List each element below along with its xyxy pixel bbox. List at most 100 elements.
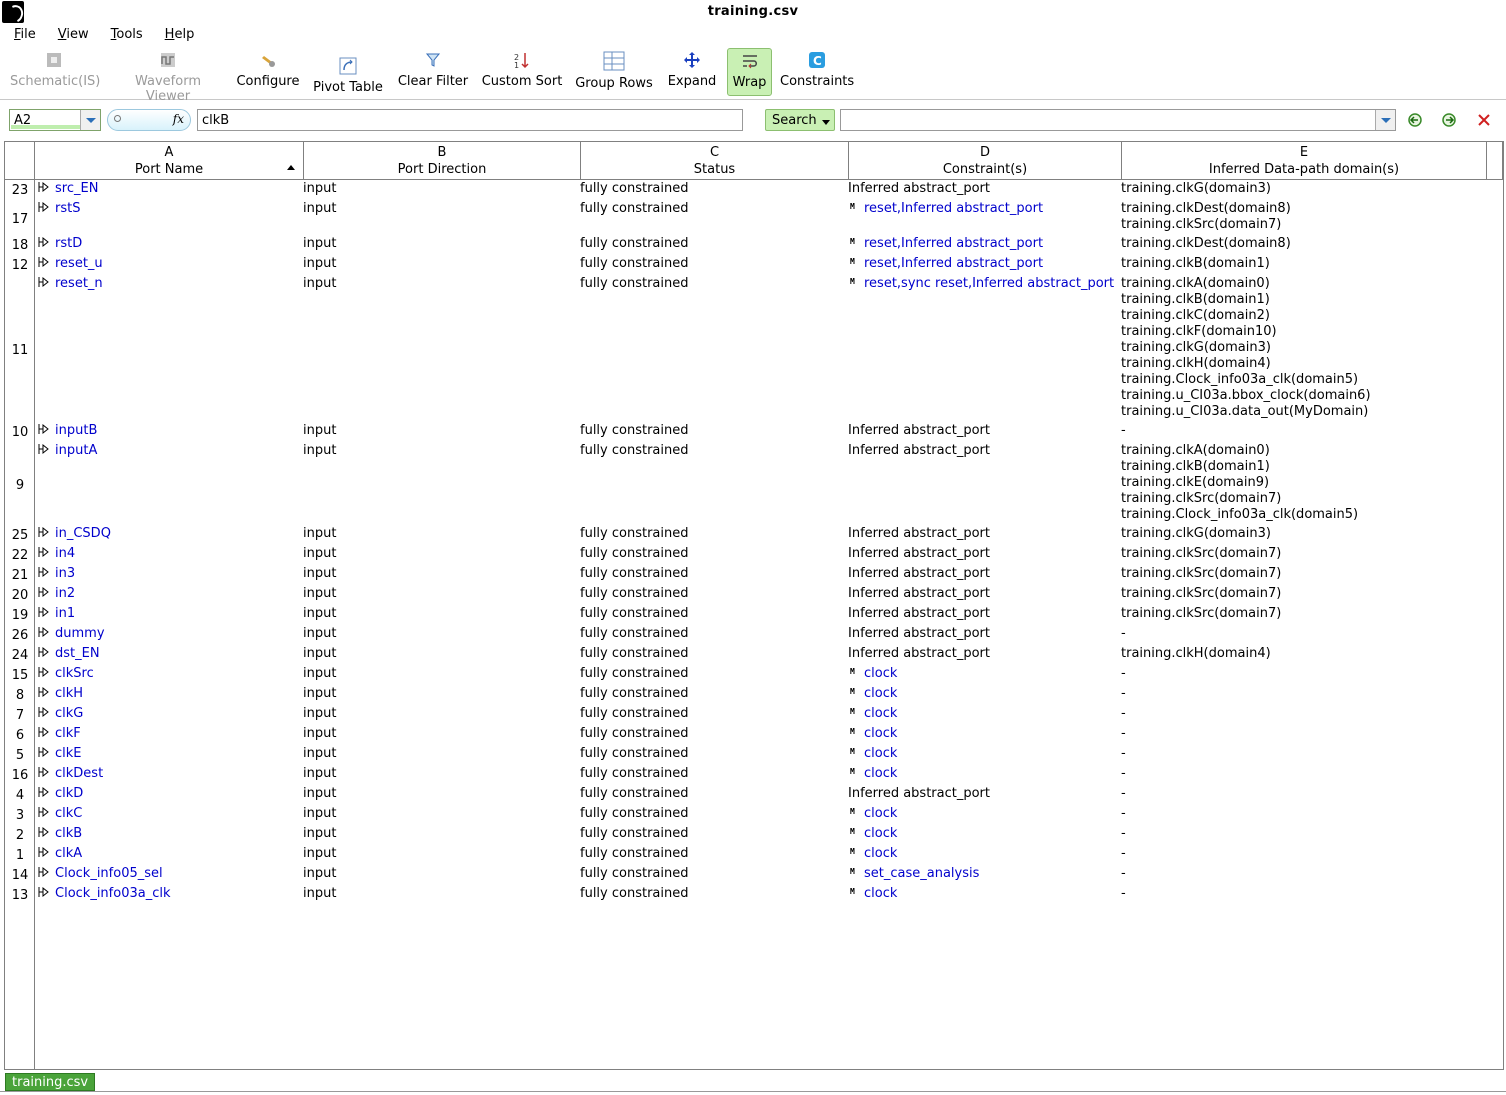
port-name-link[interactable]: clkD [55, 786, 83, 802]
grid-corner[interactable] [5, 142, 35, 180]
custom-sort-button[interactable]: 21 Custom Sort [481, 48, 563, 96]
port-name-link[interactable]: clkDest [55, 766, 103, 782]
port-name-link[interactable]: in2 [55, 586, 75, 602]
table-row[interactable]: 19 in1 input fully constrained Inferred abst… [5, 606, 1503, 626]
clear-filter-button[interactable]: Clear Filter [396, 48, 470, 96]
expand-button[interactable]: Expand [665, 48, 719, 96]
row-number[interactable]: 25 [5, 528, 35, 543]
table-row[interactable]: 12 reset_u input fully constrained Mreset,In… [5, 256, 1503, 276]
row-number[interactable]: 13 [5, 888, 35, 903]
constraint-link[interactable]: clock [864, 726, 897, 742]
configure-button[interactable]: Configure [236, 48, 300, 96]
port-name-link[interactable]: clkC [55, 806, 82, 822]
menu-view[interactable]: View [44, 26, 97, 44]
constraint-link[interactable]: clock [864, 806, 897, 822]
schematic-button[interactable]: Schematic(IS) [10, 48, 100, 96]
formula-input[interactable]: clkB [197, 109, 743, 131]
port-name-link[interactable]: Clock_info03a_clk [55, 886, 171, 902]
port-name-link[interactable]: clkSrc [55, 666, 94, 682]
port-name-link[interactable]: clkF [55, 726, 81, 742]
port-name-link[interactable]: dummy [55, 626, 105, 642]
table-row[interactable]: 16 clkDest input fully constrained Mclock - [5, 766, 1503, 786]
table-row[interactable]: 11 reset_n input fully constrained Mreset,sy… [5, 276, 1503, 423]
row-number[interactable]: 23 [5, 183, 35, 198]
table-row[interactable]: 26 dummy input fully constrained Inferred ab… [5, 626, 1503, 646]
row-number[interactable]: 16 [5, 768, 35, 783]
group-rows-button[interactable]: Group Rows [573, 48, 655, 96]
port-name-link[interactable]: dst_EN [55, 646, 100, 662]
table-row[interactable]: 18 rstD input fully constrained Mreset,Infer… [5, 236, 1503, 256]
row-number[interactable]: 19 [5, 608, 35, 623]
menu-help[interactable]: Help [151, 26, 203, 44]
row-number[interactable]: 8 [5, 688, 35, 703]
row-number[interactable]: 10 [5, 425, 35, 440]
table-row[interactable]: 1 clkA input fully constrained Mclock - [5, 846, 1503, 866]
function-button[interactable]: fx [107, 109, 191, 131]
constraint-link[interactable]: clock [864, 766, 897, 782]
constraint-link[interactable]: reset,Inferred abstract_port [864, 256, 1043, 272]
column-header-b[interactable]: B Port Direction [304, 142, 581, 180]
port-name-link[interactable]: rstD [55, 236, 82, 252]
search-dropdown-button[interactable]: Search [765, 109, 835, 131]
port-name-link[interactable]: clkE [55, 746, 82, 762]
table-row[interactable]: 9 inputA input fully constrained Inferred ab… [5, 443, 1503, 526]
menu-tools[interactable]: Tools [97, 26, 151, 44]
port-name-link[interactable]: src_EN [55, 181, 98, 197]
row-number[interactable]: 2 [5, 828, 35, 843]
column-header-c[interactable]: C Status [581, 142, 849, 180]
port-name-link[interactable]: rstS [55, 201, 80, 217]
table-row[interactable]: 10 inputB input fully constrained Inferred a… [5, 423, 1503, 443]
table-row[interactable]: 21 in3 input fully constrained Inferred abst… [5, 566, 1503, 586]
port-name-link[interactable]: clkG [55, 706, 83, 722]
port-name-link[interactable]: inputB [55, 423, 97, 439]
row-number[interactable]: 11 [5, 343, 35, 358]
table-row[interactable]: 3 clkC input fully constrained Mclock - [5, 806, 1503, 826]
row-number[interactable]: 15 [5, 668, 35, 683]
port-name-link[interactable]: clkH [55, 686, 83, 702]
constraint-link[interactable]: clock [864, 746, 897, 762]
row-number[interactable]: 5 [5, 748, 35, 763]
table-row[interactable]: 6 clkF input fully constrained Mclock - [5, 726, 1503, 746]
waveform-viewer-button[interactable]: Waveform Viewer [112, 48, 224, 104]
find-previous-icon[interactable] [1406, 111, 1424, 129]
table-row[interactable]: 2 clkB input fully constrained Mclock - [5, 826, 1503, 846]
port-name-link[interactable]: in1 [55, 606, 75, 622]
table-row[interactable]: 8 clkH input fully constrained Mclock - [5, 686, 1503, 706]
port-name-link[interactable]: reset_n [55, 276, 103, 292]
column-header-a[interactable]: A Port Name [35, 142, 304, 180]
port-name-link[interactable]: reset_u [55, 256, 103, 272]
table-row[interactable]: 22 in4 input fully constrained Inferred abst… [5, 546, 1503, 566]
row-number[interactable]: 24 [5, 648, 35, 663]
table-row[interactable]: 14 Clock_info05_sel input fully constrained… [5, 866, 1503, 886]
constraint-link[interactable]: clock [864, 886, 897, 902]
row-number[interactable]: 9 [5, 478, 35, 493]
row-number[interactable]: 3 [5, 808, 35, 823]
pivot-table-button[interactable]: Pivot Table [312, 48, 384, 96]
menu-file[interactable]: File [0, 26, 44, 44]
port-name-link[interactable]: inputA [55, 443, 97, 459]
row-number[interactable]: 22 [5, 548, 35, 563]
constraint-link[interactable]: reset,Inferred abstract_port [864, 201, 1043, 217]
row-number[interactable]: 1 [5, 848, 35, 863]
table-row[interactable]: 13 Clock_info03a_clk input fully constraine… [5, 886, 1503, 906]
cell-reference-combo[interactable]: A2 [9, 109, 101, 131]
table-row[interactable]: 24 dst_EN input fully constrained Inferred a… [5, 646, 1503, 666]
table-row[interactable]: 20 in2 input fully constrained Inferred abst… [5, 586, 1503, 606]
constraint-link[interactable]: set_case_analysis [864, 866, 979, 882]
row-number[interactable]: 20 [5, 588, 35, 603]
port-name-link[interactable]: Clock_info05_sel [55, 866, 163, 882]
table-row[interactable]: 7 clkG input fully constrained Mclock - [5, 706, 1503, 726]
row-number[interactable]: 18 [5, 238, 35, 253]
constraint-link[interactable]: clock [864, 666, 897, 682]
row-number[interactable]: 17 [5, 212, 35, 227]
constraint-link[interactable]: clock [864, 826, 897, 842]
clear-search-icon[interactable] [1475, 111, 1493, 129]
row-number[interactable]: 26 [5, 628, 35, 643]
table-row[interactable]: 17 rstS input fully constrained Mreset,Infer… [5, 201, 1503, 236]
search-dropdown-arrow[interactable] [1375, 110, 1395, 130]
wrap-button[interactable]: Wrap [727, 48, 772, 96]
row-number[interactable]: 6 [5, 728, 35, 743]
row-number[interactable]: 14 [5, 868, 35, 883]
port-name-link[interactable]: in4 [55, 546, 75, 562]
constraint-link[interactable]: reset,sync reset,Inferred abstract_port [864, 276, 1114, 292]
